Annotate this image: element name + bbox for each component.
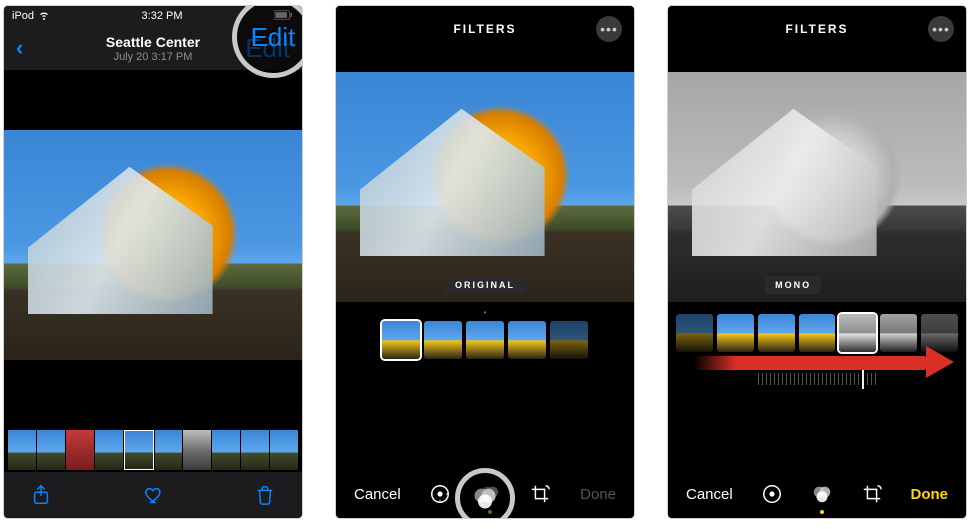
photo-content xyxy=(336,72,634,302)
filmstrip-thumb[interactable] xyxy=(183,430,211,470)
filter-badge: MONO xyxy=(765,276,821,294)
page-dot: • xyxy=(336,308,634,317)
filter-thumb[interactable] xyxy=(424,321,462,359)
crop-icon[interactable] xyxy=(528,482,552,506)
cancel-button[interactable]: Cancel xyxy=(686,486,733,503)
filter-thumb-mono[interactable] xyxy=(839,314,876,352)
filmstrip-thumb[interactable] xyxy=(212,430,240,470)
done-button[interactable]: Done xyxy=(580,486,616,503)
filmstrip-thumb[interactable] xyxy=(37,430,65,470)
filter-badge: ORIGINAL xyxy=(445,276,525,294)
filmstrip-thumb[interactable] xyxy=(241,430,269,470)
edit-toolbar: Cancel Done xyxy=(668,470,966,518)
filmstrip-thumb[interactable] xyxy=(95,430,123,470)
filmstrip-thumb[interactable] xyxy=(155,430,183,470)
filter-thumb[interactable] xyxy=(466,321,504,359)
screen-edit-filters-mono: FILTERS ••• MONO Cancel xyxy=(668,6,966,518)
filter-thumb[interactable] xyxy=(799,314,836,352)
more-icon[interactable]: ••• xyxy=(596,16,622,42)
heart-icon[interactable] xyxy=(140,482,166,508)
photo-timestamp: July 20 3:17 PM xyxy=(106,51,200,63)
share-icon[interactable] xyxy=(28,482,54,508)
filter-thumb[interactable] xyxy=(758,314,795,352)
header-title: FILTERS xyxy=(785,22,848,36)
filter-thumb[interactable] xyxy=(550,321,588,359)
filter-thumb-row[interactable] xyxy=(668,314,966,352)
edit-header: FILTERS ••• xyxy=(336,6,634,52)
intensity-slider[interactable] xyxy=(668,366,966,392)
screen-edit-filters-original: FILTERS ••• ORIGINAL • Cancel Done xyxy=(336,6,634,518)
filter-thumb[interactable] xyxy=(880,314,917,352)
filter-thumb[interactable] xyxy=(676,314,713,352)
clock: 3:32 PM xyxy=(142,10,183,22)
adjust-icon[interactable] xyxy=(428,482,452,506)
photo-content xyxy=(4,130,302,360)
filter-thumb-original[interactable] xyxy=(382,321,420,359)
trash-icon[interactable] xyxy=(252,482,278,508)
edited-photo[interactable]: MONO xyxy=(668,72,966,302)
cancel-button[interactable]: Cancel xyxy=(354,486,401,503)
bottom-toolbar xyxy=(4,472,302,518)
filmstrip-thumb[interactable] xyxy=(66,430,94,470)
adjust-icon[interactable] xyxy=(760,482,784,506)
filter-thumb[interactable] xyxy=(717,314,754,352)
filmstrip-thumb[interactable] xyxy=(8,430,36,470)
filters-icon[interactable] xyxy=(478,482,502,506)
done-button[interactable]: Done xyxy=(910,486,948,503)
filmstrip[interactable] xyxy=(4,430,302,470)
crop-icon[interactable] xyxy=(860,482,884,506)
edit-mode-icons xyxy=(428,482,552,506)
more-icon[interactable]: ••• xyxy=(928,16,954,42)
nav-bar: ‹ Seattle Center July 20 3:17 PM Edit xyxy=(4,26,302,70)
filmstrip-thumb-selected[interactable] xyxy=(124,430,154,470)
slider-handle[interactable] xyxy=(862,369,864,389)
wifi-icon xyxy=(38,9,50,24)
edit-button[interactable]: Edit xyxy=(245,33,290,64)
edited-photo[interactable]: ORIGINAL xyxy=(336,72,634,302)
filter-thumb[interactable] xyxy=(508,321,546,359)
device-label: iPod xyxy=(12,10,34,22)
battery-icon xyxy=(274,10,294,23)
filter-thumb[interactable] xyxy=(921,314,958,352)
screen-photo-detail: iPod 3:32 PM ‹ Seattle Center July 20 3:… xyxy=(4,6,302,518)
main-photo[interactable] xyxy=(4,130,302,360)
back-chevron-icon[interactable]: ‹ xyxy=(16,35,23,61)
edit-header: FILTERS ••• xyxy=(668,6,966,52)
location-title: Seattle Center xyxy=(106,34,200,50)
filmstrip-thumb[interactable] xyxy=(270,430,298,470)
edit-toolbar: Cancel Done xyxy=(336,470,634,518)
nav-title-block: Seattle Center July 20 3:17 PM xyxy=(106,34,200,63)
edit-mode-icons xyxy=(760,482,884,506)
status-bar: iPod 3:32 PM xyxy=(4,6,302,26)
filter-thumb-row[interactable] xyxy=(336,321,634,359)
photo-content xyxy=(668,72,966,302)
header-title: FILTERS xyxy=(453,22,516,36)
filters-icon[interactable] xyxy=(810,482,834,506)
